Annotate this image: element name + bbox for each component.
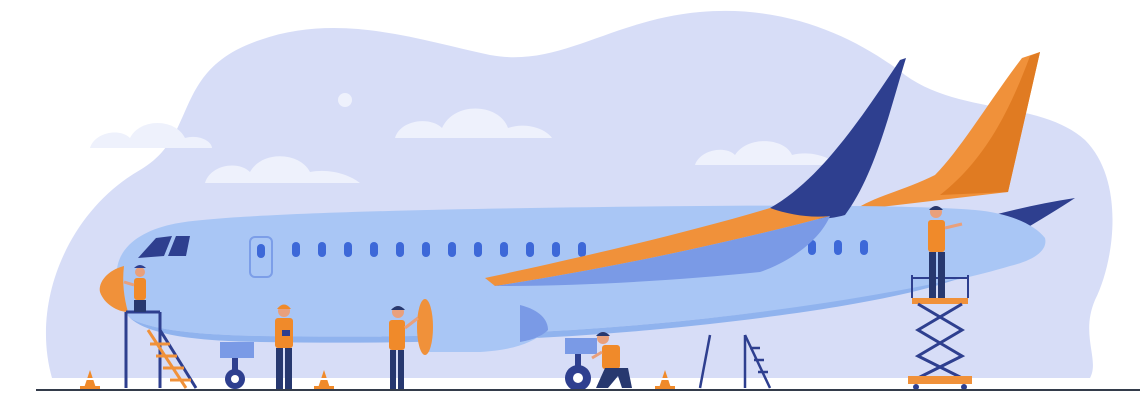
door-window xyxy=(257,244,265,258)
sun-icon xyxy=(338,93,352,107)
engine-intake xyxy=(417,299,433,355)
ground-line xyxy=(36,389,1140,391)
maintenance-illustration xyxy=(0,0,1140,394)
